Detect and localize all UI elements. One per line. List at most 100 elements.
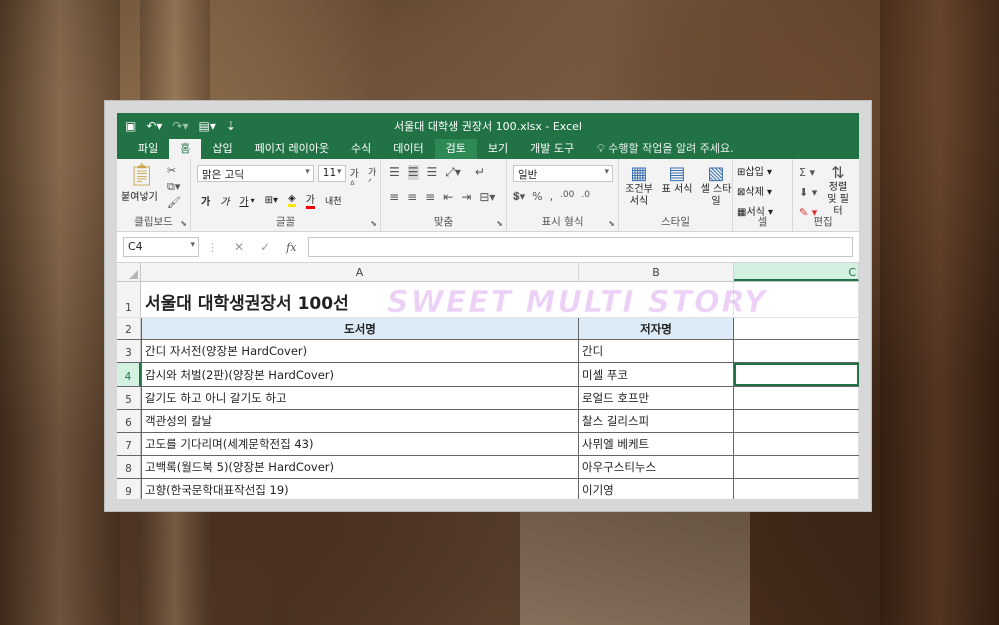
insert-cells-button[interactable]: ⊞삽입 ▾: [737, 163, 773, 183]
cancel-icon[interactable]: ✕: [226, 240, 252, 254]
increase-decimal-icon[interactable]: .00: [560, 190, 574, 204]
book-title-cell[interactable]: 고백록(월드북 5)(양장본 HardCover): [141, 456, 579, 478]
align-left-icon[interactable]: ≡: [389, 190, 399, 204]
italic-button[interactable]: 가: [220, 193, 229, 208]
row-header[interactable]: 3: [117, 340, 141, 362]
author-cell[interactable]: 사뮈엘 베케트: [579, 433, 734, 455]
cell[interactable]: [734, 387, 859, 409]
number-format-select[interactable]: 일반: [513, 165, 613, 182]
author-cell[interactable]: 미셸 푸코: [579, 363, 734, 386]
book-title-cell[interactable]: 객관성의 칼날: [141, 410, 579, 432]
save-icon[interactable]: ▣: [125, 119, 136, 133]
font-color-button[interactable]: 가: [305, 191, 315, 209]
align-right-icon[interactable]: ≡: [425, 190, 435, 204]
enter-icon[interactable]: ✓: [252, 240, 278, 254]
tab-view[interactable]: 보기: [477, 139, 519, 159]
author-cell[interactable]: 아우구스티누스: [579, 456, 734, 478]
bold-button[interactable]: 가: [201, 193, 210, 208]
tab-page-layout[interactable]: 페이지 레이아웃: [244, 139, 340, 159]
tab-data[interactable]: 데이터: [382, 139, 434, 159]
row-header[interactable]: 1: [117, 282, 141, 317]
currency-icon[interactable]: 💲︎▾: [513, 190, 525, 204]
column-header-b[interactable]: B: [579, 263, 734, 281]
font-size-select[interactable]: 11: [317, 165, 346, 182]
cell[interactable]: [734, 410, 859, 432]
cell[interactable]: [734, 456, 859, 478]
cell[interactable]: [734, 282, 859, 317]
book-title-cell[interactable]: 간디 자서전(양장본 HardCover): [141, 340, 579, 362]
name-box[interactable]: C4: [123, 237, 199, 257]
tab-developer[interactable]: 개발 도구: [519, 139, 585, 159]
active-cell-c4[interactable]: [734, 363, 859, 386]
row-header[interactable]: 6: [117, 410, 141, 432]
underline-button[interactable]: 가: [239, 193, 248, 208]
tab-review[interactable]: 검토: [434, 139, 477, 159]
dialog-launcher-icon[interactable]: ⬊: [370, 219, 377, 228]
formula-input[interactable]: [308, 237, 853, 257]
align-top-icon[interactable]: ☰: [389, 165, 400, 180]
tab-home[interactable]: 홈: [169, 139, 202, 159]
cell[interactable]: [579, 282, 734, 317]
row-header[interactable]: 4: [117, 363, 141, 386]
dialog-launcher-icon[interactable]: ⬊: [608, 219, 615, 228]
select-all-button[interactable]: [117, 263, 141, 281]
insert-function-button[interactable]: fx: [278, 241, 304, 254]
copy-icon[interactable]: ⧉▾: [167, 179, 181, 195]
merge-center-icon[interactable]: ⊟▾: [479, 190, 495, 204]
redo-icon[interactable]: ↷▾: [172, 119, 188, 133]
row-header[interactable]: 8: [117, 456, 141, 478]
orientation-icon[interactable]: ⤢▾: [445, 165, 461, 180]
fill-icon[interactable]: ⬇ ▾: [799, 183, 817, 203]
author-cell[interactable]: 로얼드 호프만: [579, 387, 734, 409]
wrap-text-icon[interactable]: ↵: [475, 165, 485, 180]
shrink-font-icon[interactable]: 가ᐟ: [368, 165, 380, 191]
author-cell[interactable]: 간디: [579, 340, 734, 362]
increase-indent-icon[interactable]: ⇥: [461, 190, 471, 204]
column-header-a[interactable]: A: [141, 263, 579, 281]
sort-filter-button[interactable]: ⇅ 정렬 및 필터: [823, 163, 853, 218]
book-title-cell[interactable]: 감시와 처벌(2판)(양장본 HardCover): [141, 363, 579, 386]
row-header[interactable]: 2: [117, 318, 141, 339]
tab-formulas[interactable]: 수식: [340, 139, 382, 159]
header-cell-author[interactable]: 저자명: [579, 318, 734, 339]
cell[interactable]: [734, 340, 859, 362]
font-name-select[interactable]: 맑은 고딕: [197, 165, 314, 182]
cell-styles-button[interactable]: ▧ 셀 스타일: [697, 163, 735, 208]
author-cell[interactable]: 찰스 길리스피: [579, 410, 734, 432]
dialog-launcher-icon[interactable]: ⬊: [180, 219, 187, 228]
paste-button[interactable]: 📋︎ 붙여넣기: [121, 163, 158, 203]
row-header[interactable]: 5: [117, 387, 141, 409]
delete-cells-button[interactable]: ⊠삭제 ▾: [737, 183, 773, 203]
fill-color-icon[interactable]: ◈: [288, 193, 296, 207]
header-cell-book-title[interactable]: 도서명: [141, 318, 579, 339]
ruby-button[interactable]: 내천: [325, 194, 342, 207]
tell-me-box[interactable]: 💡︎ 수행할 작업을 알려 주세요.: [585, 139, 734, 159]
undo-icon[interactable]: ↶▾: [146, 119, 162, 133]
book-title-cell[interactable]: 고향(한국문학대표작선집 19): [141, 479, 579, 499]
cell[interactable]: [734, 433, 859, 455]
book-title-cell[interactable]: 갈기도 하고 아니 갈기도 하고: [141, 387, 579, 409]
align-middle-icon[interactable]: ☰: [407, 165, 419, 180]
author-cell[interactable]: 이기영: [579, 479, 734, 499]
cell[interactable]: [734, 318, 859, 339]
cut-icon[interactable]: ✂: [167, 163, 181, 179]
align-center-icon[interactable]: ≡: [407, 190, 417, 204]
column-header-c[interactable]: C: [734, 263, 859, 281]
grow-font-icon[interactable]: 가ᐞ: [350, 165, 364, 191]
dialog-launcher-icon[interactable]: ⬊: [496, 219, 503, 228]
save-as-icon[interactable]: ▤▾: [199, 119, 216, 133]
cell[interactable]: [734, 479, 859, 499]
percent-icon[interactable]: %: [532, 190, 542, 204]
format-as-table-button[interactable]: ▤ 표 서식: [659, 163, 695, 208]
comma-icon[interactable]: ,: [550, 190, 554, 204]
row-header[interactable]: 7: [117, 433, 141, 455]
row-header[interactable]: 9: [117, 479, 141, 499]
borders-icon[interactable]: ⊞▾: [265, 195, 278, 206]
customize-qa-icon[interactable]: ⇣: [226, 119, 236, 133]
format-painter-icon[interactable]: 🖌︎: [167, 195, 181, 211]
decrease-decimal-icon[interactable]: .0: [581, 190, 590, 204]
tab-insert[interactable]: 삽입: [201, 139, 243, 159]
tab-file[interactable]: 파일: [127, 139, 169, 159]
autosum-icon[interactable]: Σ ▾: [799, 163, 817, 183]
chevron-down-icon[interactable]: ▾: [251, 196, 255, 205]
